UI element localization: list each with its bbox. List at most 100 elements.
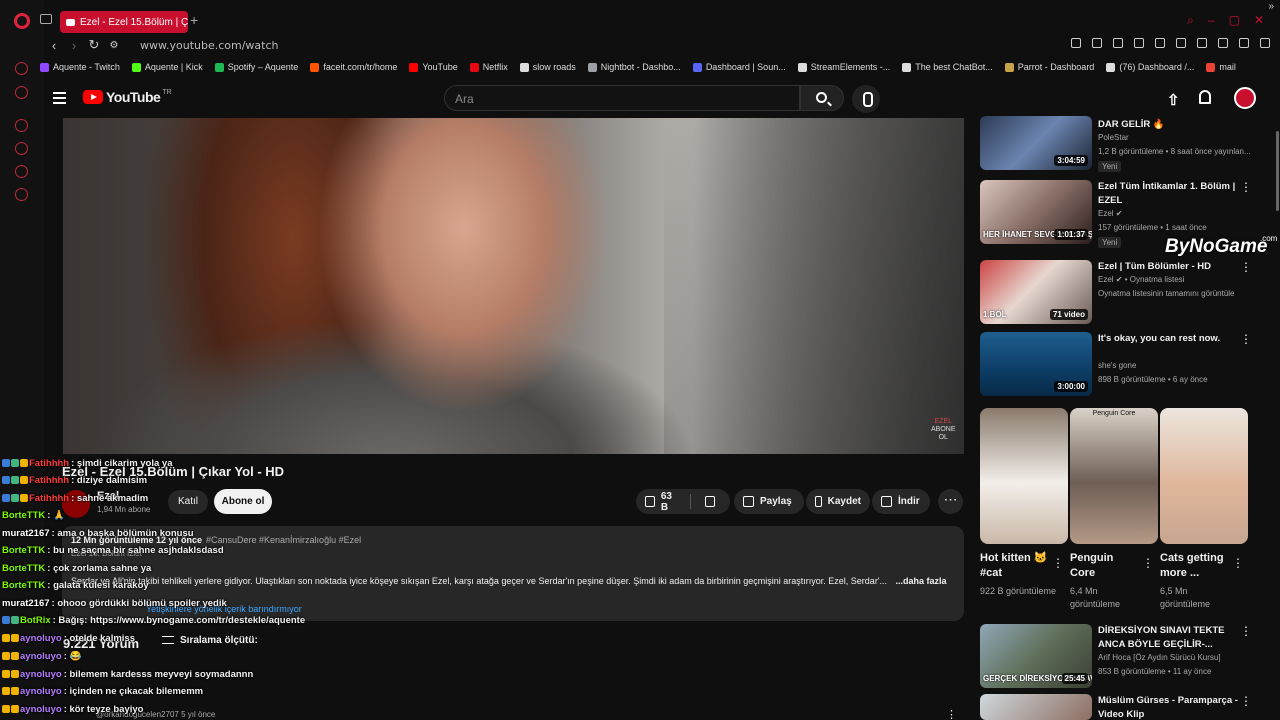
site-info-icon[interactable]: ⚙ [104,40,124,51]
more-options-icon[interactable]: ⋮ [1240,624,1252,638]
close-window-icon[interactable]: ✕ [1254,13,1264,28]
youtube-logo[interactable]: YouTube TR [83,89,172,105]
bookmark-favicon-icon [40,62,49,72]
bookmark-item[interactable]: Spotify – Aquente [214,62,298,72]
bookmark-item[interactable]: faceit.com/tr/home [310,62,397,72]
download-icon[interactable] [1239,38,1249,48]
subscribe-button[interactable]: Abone ol [214,489,272,514]
video-player[interactable]: EZEL ABONE OL [63,118,964,454]
more-options-icon[interactable]: ⋮ [1240,180,1252,194]
camera-icon[interactable] [1155,38,1165,48]
sidebar-settings-icon[interactable] [15,188,28,201]
extension-icon[interactable] [1071,38,1081,48]
more-options-icon[interactable]: ⋮ [1142,556,1154,570]
play-icon[interactable] [1134,38,1144,48]
video-title[interactable]: DAR GELİR 🔥 [1098,118,1248,132]
more-options-icon[interactable]: ⋮ [1240,260,1252,274]
channel-name[interactable]: Ezel ✔ • Oynatma listesi [1098,275,1184,284]
search-input[interactable]: Ara [444,85,800,111]
video-title[interactable]: Ezel Tüm İntikamlar 1. Bölüm | EZEL [1098,180,1248,208]
search-tabs-icon[interactable]: ⌕ [1187,13,1194,28]
video-thumbnail[interactable]: 3:04:59 [980,116,1092,170]
channel-name[interactable]: PoleStar [1098,133,1129,142]
bookmark-item[interactable]: Aquente - Twitch [40,62,120,72]
url-field[interactable]: www.youtube.com/watch [140,39,279,52]
reload-icon[interactable]: ↻ [84,37,104,53]
bookmark-item[interactable]: Aquente | Kick [131,62,203,72]
save-button[interactable]: Kaydet [806,489,870,514]
bookmark-item[interactable]: mail [1206,62,1236,72]
voice-search-button[interactable] [852,85,880,113]
minimize-icon[interactable]: – [1208,13,1215,28]
avatar[interactable] [1234,87,1256,109]
channel-name[interactable]: Arif Hoca [Öz Aydın Sürücü Kursu] [1098,653,1221,662]
short-title[interactable]: Hot kitten 🐱 #cat [980,551,1050,581]
download-button[interactable]: İndir [872,489,930,514]
sort-button[interactable]: Sıralama ölçütü: [162,635,258,646]
back-icon[interactable]: ‹ [44,38,64,53]
short-title[interactable]: Penguin Core [1070,551,1140,581]
bookmark-item[interactable]: Netflix [469,62,508,72]
user-icon[interactable] [1218,38,1228,48]
bookmark-item[interactable]: Dashboard | Soun... [692,62,786,72]
upload-icon[interactable]: ⇧ [1167,91,1180,109]
description-hashtags[interactable]: #CansuDere #Kenanİmirzalıoğlu #Ezel [206,535,361,545]
video-title[interactable]: Müslüm Gürses - Paramparça - Video Klip [1098,694,1248,720]
bookmark-item[interactable]: The best ChatBot... [902,62,993,72]
video-thumbnail[interactable]: GERÇEK DİREKSİYON SINAVI 25:45 [980,624,1092,688]
search-button[interactable] [800,85,844,111]
sidebar-clock-icon[interactable] [15,142,28,155]
video-title[interactable]: Ezel | Tüm Bölümler - HD [1098,260,1248,274]
opera-logo-icon[interactable] [14,13,30,29]
short-thumbnail[interactable] [980,408,1068,544]
more-actions-button[interactable]: ⋯ [938,489,963,514]
maximize-icon[interactable]: ▢ [1229,13,1240,28]
bookmark-item[interactable]: Nightbot - Dashbo... [587,62,681,72]
bookmark-item[interactable]: YouTube [409,62,458,72]
new-tab-button[interactable]: + [190,12,198,28]
video-thumbnail[interactable] [980,694,1092,720]
share-button[interactable]: Paylaş [734,489,804,514]
tab-islands-icon[interactable] [40,14,52,24]
join-button[interactable]: Katıl [168,490,208,514]
sidebar-aria-icon[interactable] [15,62,28,75]
bookmarks-more-icon[interactable]: » [1268,1,1274,12]
menu-icon[interactable] [1260,38,1270,48]
video-thumbnail[interactable]: HER İHANET SEVGİYLE BAŞLAR1:01:37 [980,180,1092,244]
channel-name[interactable]: Ezel ✔ [1098,209,1123,218]
more-options-icon[interactable]: ⋮ [1240,332,1252,346]
puzzle-icon[interactable] [1197,38,1207,48]
channel-watermark[interactable]: EZEL ABONE OL [931,418,956,442]
show-more-link[interactable]: ...daha fazla [896,576,947,586]
like-button[interactable]: 63 B [636,489,730,514]
video-thumbnail[interactable]: 1.BÖL 71 video [980,260,1092,324]
sidebar-pinboard-icon[interactable] [15,86,28,99]
sidebar-extensions-icon[interactable] [15,165,28,178]
bookmark-item[interactable]: Parrot - Dashboard [1004,62,1094,72]
more-options-icon[interactable]: ⋮ [1052,556,1064,570]
more-options-icon[interactable]: ⋮ [1232,556,1244,570]
shield-icon[interactable] [1113,38,1123,48]
short-title[interactable]: Cats getting more ... [1160,551,1230,581]
sidebar-history-icon[interactable] [15,119,28,132]
video-thumbnail[interactable]: 3:00:00 [980,332,1092,396]
tab-active[interactable]: Ezel - Ezel 15.Bölüm | Çıkar [60,11,188,33]
short-thumbnail[interactable] [1160,408,1248,544]
video-title[interactable]: It's okay, you can rest now. [1098,332,1248,346]
comment-more-icon[interactable]: ⋮ [946,708,957,720]
forward-icon[interactable]: › [64,38,84,53]
extension-icon[interactable] [1092,38,1102,48]
scrollbar[interactable] [1276,131,1279,211]
heart-icon[interactable] [1176,38,1186,48]
guide-menu-icon[interactable] [53,92,66,104]
bookmark-item[interactable]: slow roads [519,62,576,72]
channel-name[interactable]: she's gone [1098,361,1136,370]
short-thumbnail[interactable]: Penguin Core [1070,408,1158,544]
bookmark-item[interactable]: (76) Dashboard /... [1106,62,1194,72]
more-options-icon[interactable]: ⋮ [1240,694,1252,708]
bookmark-item[interactable]: StreamElements -... [797,62,890,72]
bookmark-label: (76) Dashboard /... [1119,62,1195,72]
thumbs-down-icon[interactable] [705,496,716,507]
notifications-bell-icon[interactable] [1199,90,1211,104]
video-title[interactable]: DİREKSİYON SINAVI TEKTE ANCA BÖYLE GEÇİL… [1098,624,1248,652]
